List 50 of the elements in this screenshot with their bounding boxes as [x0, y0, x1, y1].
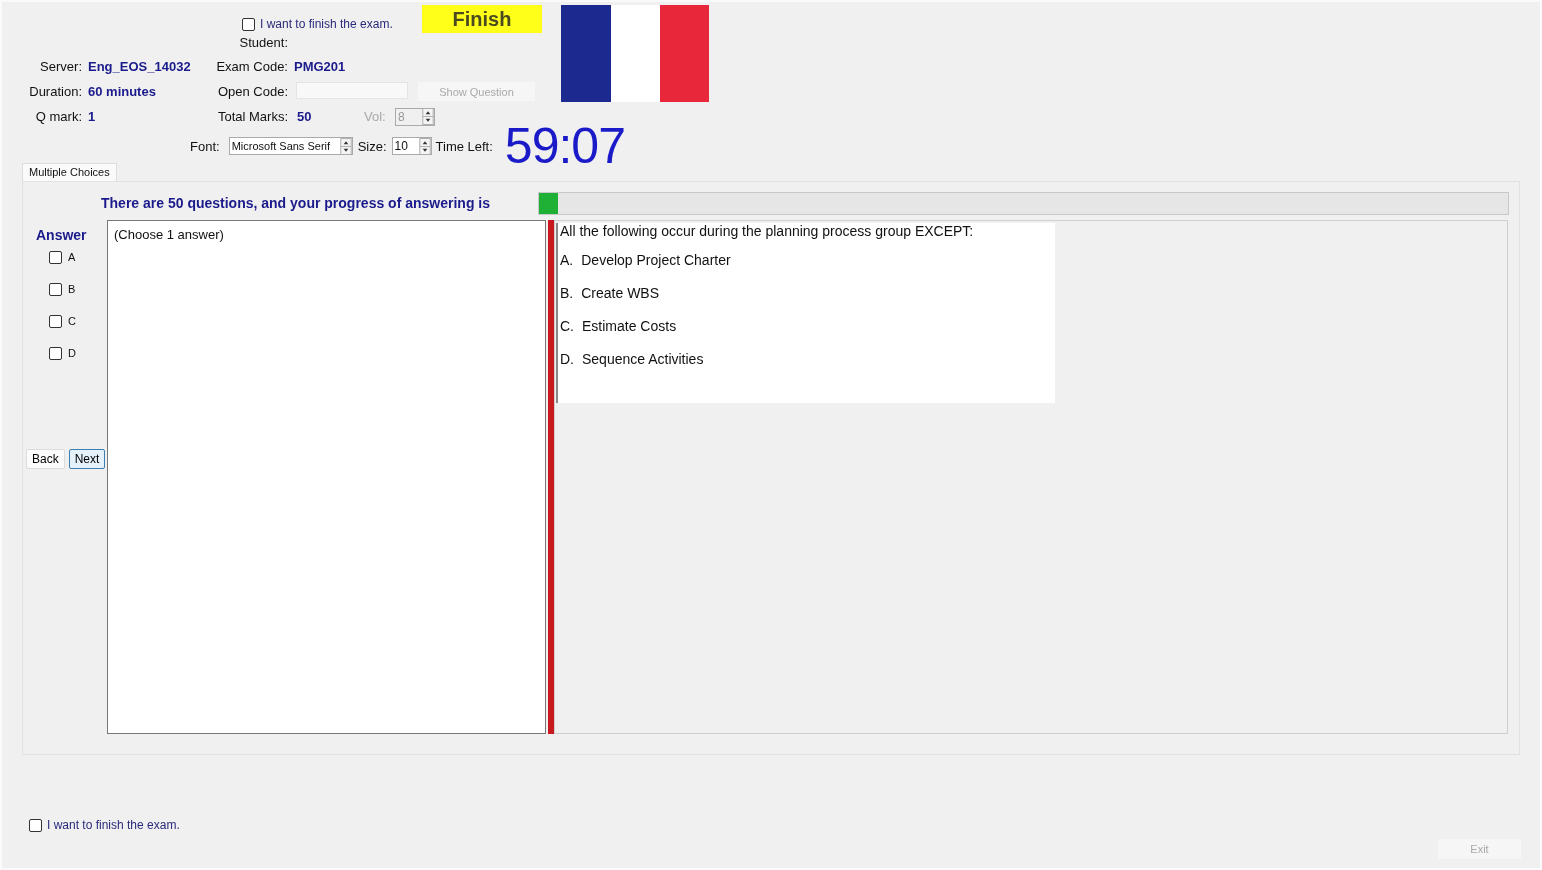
question-text: All the following occur during the planning process group EXCEPT:: [560, 223, 975, 239]
choice-text: Develop Project Charter: [581, 252, 731, 270]
server-value: Eng_EOS_14032: [87, 59, 192, 74]
choice-letter: D.: [560, 351, 574, 369]
size-label: Size:: [357, 138, 387, 154]
time-left-label: Time Left:: [435, 138, 493, 154]
q-mark-label: Q mark:: [35, 109, 83, 124]
volume-label: Vol:: [364, 109, 387, 124]
checkbox-label[interactable]: I want to finish the exam.: [47, 818, 180, 832]
exam-code-label: Exam Code:: [216, 59, 289, 74]
duration-label: Duration:: [29, 84, 83, 99]
countdown-timer: 59:07: [504, 123, 625, 169]
checkbox[interactable]: [49, 251, 62, 264]
font-spinner[interactable]: Microsoft Sans Serif: [228, 137, 353, 155]
checkbox[interactable]: [29, 818, 42, 832]
answer-note: (Choose 1 answer): [114, 227, 225, 242]
font-label: Font:: [190, 138, 220, 154]
q-mark-value: 1: [87, 109, 97, 124]
checkbox[interactable]: [49, 347, 62, 360]
spinner-arrows-icon[interactable]: [418, 137, 431, 155]
answer-heading: Answer: [36, 227, 88, 243]
choice-text: Sequence Activities: [582, 351, 704, 369]
total-marks-label: Total Marks:: [217, 109, 289, 124]
finish-button[interactable]: Finish: [422, 5, 542, 33]
checkbox[interactable]: [242, 17, 255, 31]
choice-text: Create WBS: [581, 285, 660, 303]
nav-button[interactable]: Back: [26, 449, 65, 469]
checkbox-label[interactable]: I want to finish the exam.: [260, 17, 393, 31]
choice-text: Estimate Costs: [582, 318, 677, 336]
checkbox-label[interactable]: B: [68, 283, 76, 295]
total-marks-value: 50: [296, 109, 313, 124]
tab[interactable]: Multiple Choices: [22, 163, 117, 181]
checkbox-label[interactable]: C: [68, 315, 76, 327]
choice-letter: C.: [560, 318, 574, 336]
duration-value: 60 minutes: [87, 84, 157, 99]
checkbox[interactable]: [49, 283, 62, 296]
student-label: Student:: [239, 35, 289, 50]
flag-icon: [561, 5, 709, 102]
nav-button[interactable]: Next: [68, 449, 106, 469]
size-spinner[interactable]: 10: [391, 137, 432, 155]
choice-letter: A.: [560, 252, 574, 270]
checkbox-label[interactable]: A: [68, 251, 76, 263]
exam-code-value: PMG201: [293, 59, 347, 74]
checkbox-label[interactable]: D: [68, 347, 76, 359]
spinner-arrows-icon[interactable]: [339, 137, 352, 155]
server-label: Server:: [40, 59, 83, 74]
checkbox[interactable]: [49, 315, 62, 328]
open-code-label: Open Code:: [217, 84, 289, 99]
choice-letter: B.: [560, 285, 574, 303]
progress-text: There are 50 questions, and your progress of answering is: [101, 195, 490, 211]
